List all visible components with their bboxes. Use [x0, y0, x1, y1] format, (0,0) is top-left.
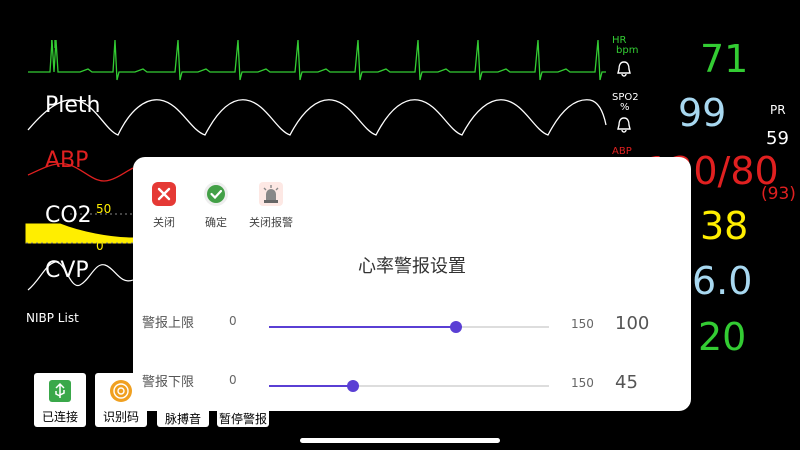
- hr-value[interactable]: 71: [700, 40, 748, 78]
- rr-value[interactable]: 20: [698, 318, 746, 356]
- lower-limit-min: 0: [229, 373, 237, 387]
- spo2-value[interactable]: 99: [678, 94, 726, 132]
- co2-value[interactable]: 38: [700, 207, 748, 245]
- lower-limit-slider-fill: [269, 385, 353, 387]
- confirm-button[interactable]: 确定: [192, 181, 240, 230]
- mute-alarm-button-label: 关闭报警: [249, 216, 293, 229]
- abp-param-label: ABP: [612, 146, 632, 157]
- tab-pause-alarm-label: 暂停警报: [218, 412, 267, 426]
- tab-pulse-sound-label: 脉搏音: [164, 412, 201, 426]
- pr-value: 59: [766, 128, 789, 149]
- lower-limit-label: 警报下限: [142, 375, 195, 390]
- upper-limit-label: 警报上限: [142, 316, 195, 331]
- heart-rate-alarm-dialog: 关闭 确定 关闭报警 心率警报设置 警报上限 0 150 100 警报下限 0 …: [133, 157, 691, 411]
- hr-unit: bpm: [616, 45, 639, 56]
- lower-limit-value: 45: [615, 372, 638, 393]
- tab-id-code-label: 识别码: [102, 410, 139, 424]
- hr-alarm-bell-icon[interactable]: [615, 60, 633, 82]
- tab-connected[interactable]: 已连接: [34, 373, 86, 427]
- checkmark-icon: [192, 181, 240, 210]
- close-button[interactable]: 关闭: [140, 181, 188, 230]
- pr-label: PR: [770, 103, 786, 117]
- upper-limit-max: 150: [571, 317, 594, 331]
- alarm-light-icon: [245, 181, 297, 210]
- cvp-label: CVP: [45, 258, 89, 283]
- confirm-button-label: 确定: [205, 216, 227, 229]
- tab-connected-label: 已连接: [41, 410, 78, 424]
- spo2-unit: %: [620, 102, 630, 113]
- abp-mean: (93): [761, 184, 796, 204]
- lower-limit-max: 150: [571, 376, 594, 390]
- dialog-title: 心率警报设置: [358, 256, 466, 277]
- upper-limit-slider-thumb[interactable]: [449, 321, 462, 333]
- spo2-alarm-bell-icon[interactable]: [615, 116, 633, 138]
- upper-limit-slider-fill: [269, 326, 456, 328]
- usb-icon: [34, 379, 86, 406]
- cvp-value[interactable]: 6.0: [692, 262, 752, 300]
- mute-alarm-button[interactable]: 关闭报警: [245, 181, 297, 230]
- close-button-label: 关闭: [153, 216, 175, 229]
- upper-limit-slider[interactable]: [269, 321, 549, 333]
- upper-limit-min: 0: [229, 314, 237, 328]
- nibp-list-label[interactable]: NIBP List: [26, 311, 79, 325]
- home-indicator[interactable]: [300, 438, 500, 443]
- upper-limit-value: 100: [615, 313, 650, 334]
- lower-limit-slider[interactable]: [269, 380, 549, 392]
- close-icon: [140, 181, 188, 210]
- lower-limit-slider-thumb[interactable]: [347, 380, 359, 392]
